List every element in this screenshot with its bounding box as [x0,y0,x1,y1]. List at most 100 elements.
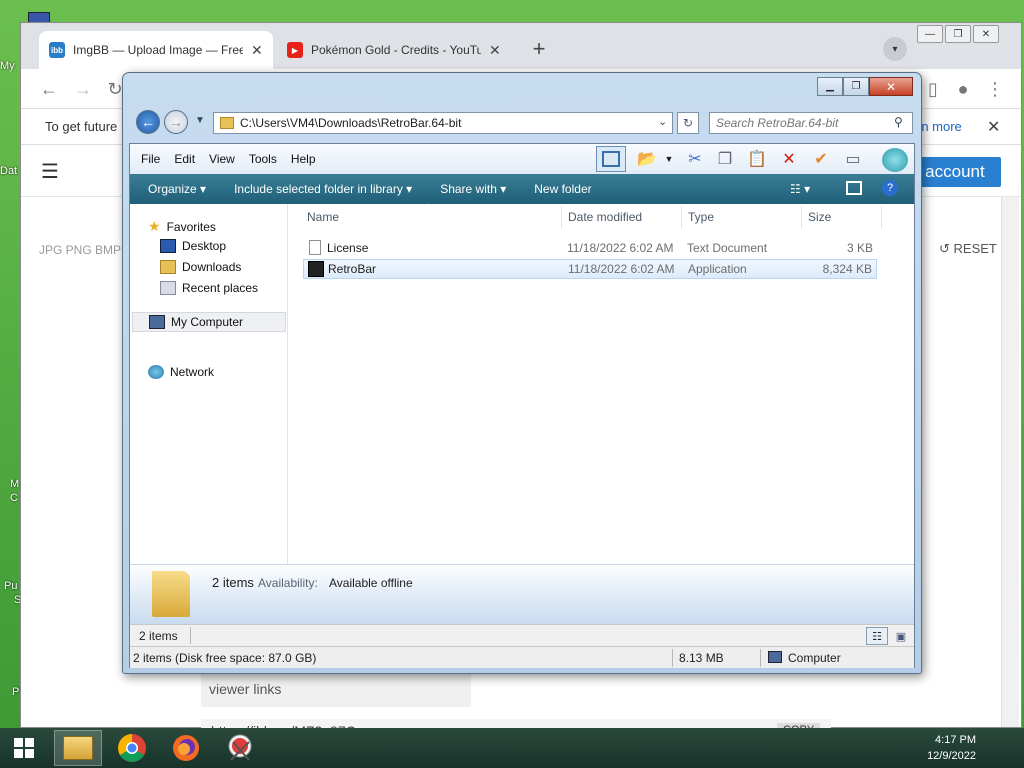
status-item-count: 2 items [139,629,178,643]
refresh-icon[interactable]: ↻ [677,112,699,134]
search-input[interactable] [716,116,886,130]
delete-icon[interactable]: ✕ [778,148,800,170]
column-type[interactable]: Type [688,210,714,224]
nav-favorites[interactable]: ★ Favorites [148,218,216,235]
back-icon[interactable]: ← [37,77,61,101]
paste-icon[interactable]: 📋 [746,148,768,170]
toolbar-dropdown-icon[interactable]: ▼ [658,148,680,170]
preview-toggle-icon[interactable] [846,181,862,195]
page-scrollbar[interactable] [1001,197,1019,727]
details-availability-label: Availability: [258,576,318,590]
column-divider[interactable] [801,206,802,228]
address-bar[interactable]: C:\Users\VM4\Downloads\RetroBar.64-bit ⌄ [213,112,673,134]
tab-search-icon[interactable]: ▾ [883,37,907,61]
column-name[interactable]: Name [307,210,339,224]
tab-youtube[interactable]: ▶ Pokémon Gold - Credits - YouTube ✕ [277,31,511,69]
file-row[interactable]: License 11/18/2022 6:02 AM Text Document… [303,238,877,258]
copy-icon[interactable]: ❐ [714,148,736,170]
close-window-icon[interactable]: ✕ [973,25,999,43]
search-box[interactable]: ⚲ [709,112,913,134]
details-count: 2 items [212,575,254,590]
new-folder-button[interactable]: New folder [524,182,601,196]
checkmark-icon[interactable]: ✔ [810,148,832,170]
menu-view[interactable]: View [202,152,242,166]
close-infobar-icon[interactable]: ✕ [987,117,1000,137]
column-size[interactable]: Size [808,210,831,224]
new-tab-button[interactable]: + [525,35,553,63]
profile-icon[interactable]: ● [951,77,975,101]
forward-icon[interactable]: → [71,77,95,101]
text-file-icon [309,240,321,255]
details-view-icon[interactable]: ☷ [866,627,888,645]
forward-arrow-icon[interactable]: → [164,110,188,134]
menu-file[interactable]: File [134,152,167,166]
maximize-icon[interactable]: ❐ [843,77,869,96]
nav-my-computer[interactable]: My Computer [132,312,286,332]
column-date-modified[interactable]: Date modified [568,210,642,224]
thumbnail-view-icon[interactable]: ▣ [892,627,910,645]
status-bar-bottom: 2 items (Disk free space: 87.0 GB) 8.13 … [130,646,914,668]
favorites-folder-icon[interactable]: 📂 [636,148,658,170]
system-clock[interactable]: 4:17 PM 12/9/2022 [927,732,976,764]
minimize-icon[interactable]: ▁ [817,77,843,96]
downloads-folder-icon [160,260,176,274]
viewer-links-select[interactable]: viewer links [201,673,471,707]
file-date: 11/18/2022 6:02 AM [567,241,674,255]
include-in-library-button[interactable]: Include selected folder in library ▾ [224,182,422,196]
nav-downloads[interactable]: Downloads [160,260,241,274]
search-icon[interactable]: ⚲ [894,115,903,129]
explorer-content: File Edit View Tools Help 📂 ▼ ✂ ❐ 📋 ✕ ✔ … [129,143,915,668]
preview-pane-icon[interactable] [596,146,626,172]
sidepanel-icon[interactable]: ▯ [921,77,945,101]
menu-help[interactable]: Help [284,152,323,166]
youtube-favicon-icon: ▶ [287,42,303,58]
organize-label: Organize [148,182,197,196]
star-icon: ★ [148,218,161,234]
nav-network-label: Network [170,365,215,379]
back-arrow-icon[interactable]: ← [136,110,160,134]
hamburger-menu-icon[interactable]: ☰ [41,159,59,184]
cut-icon[interactable]: ✂ [684,148,706,170]
address-path: C:\Users\VM4\Downloads\RetroBar.64-bit [240,116,462,130]
nav-network[interactable]: Network [148,365,214,379]
tab-imgbb[interactable]: ibb ImgBB — Upload Image — Free ✕ [39,31,273,69]
nav-recent-places[interactable]: Recent places [160,281,258,295]
menu-dots-icon[interactable]: ⋮ [983,77,1007,101]
address-dropdown-icon[interactable]: ⌄ [658,115,667,128]
close-tab-icon[interactable]: ✕ [489,42,501,59]
globe-icon[interactable] [882,148,908,172]
menu-edit[interactable]: Edit [167,152,202,166]
learn-more-link[interactable]: rn more [917,119,962,134]
taskbar-firefox[interactable] [162,730,210,766]
taskbar-snipping-tool[interactable] [216,730,264,766]
share-with-button[interactable]: Share with ▾ [430,182,516,196]
start-button[interactable] [0,730,48,766]
clock-time: 4:17 PM [935,734,976,746]
computer-icon [149,315,165,329]
reset-button[interactable]: ↺ RESET [939,241,997,257]
taskbar-file-explorer[interactable] [54,730,102,766]
properties-icon[interactable]: ▭ [842,148,864,170]
file-row-selected[interactable]: RetroBar 11/18/2022 6:02 AM Application … [303,259,877,279]
help-icon[interactable]: ? [882,180,898,196]
nav-desktop-label: Desktop [182,239,227,253]
snipping-tool-icon [228,734,252,761]
file-name: License [327,241,369,255]
status-divider [760,649,761,667]
taskbar-chrome[interactable] [108,730,156,766]
include-label: Include selected folder in library [234,182,403,196]
recent-pages-dropdown-icon[interactable]: ▼ [195,115,205,126]
windows-logo-icon [14,738,34,758]
close-window-icon[interactable]: ✕ [869,77,913,96]
organize-button[interactable]: Organize ▾ [138,182,216,196]
column-divider[interactable] [881,206,882,228]
menu-tools[interactable]: Tools [242,152,284,166]
close-tab-icon[interactable]: ✕ [251,42,263,59]
column-divider[interactable] [681,206,682,228]
minimize-icon[interactable]: — [917,25,943,43]
column-divider[interactable] [561,206,562,228]
view-options-icon[interactable]: ☷ ▾ [790,182,810,196]
nav-desktop[interactable]: Desktop [160,239,226,253]
file-name: RetroBar [328,262,377,276]
maximize-icon[interactable]: ❐ [945,25,971,43]
